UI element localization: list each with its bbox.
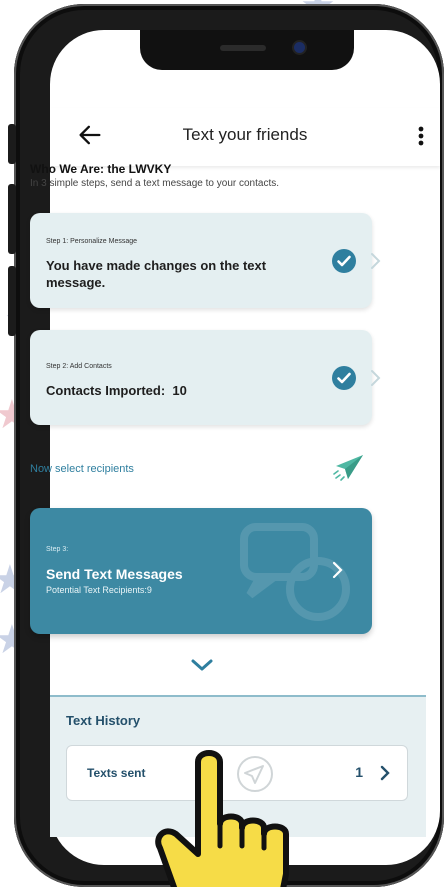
step-2-status: Contacts Imported: 10 (46, 383, 187, 398)
phone-side-button (8, 184, 16, 254)
phone-notch (140, 30, 354, 70)
step-3-title: Send Text Messages (46, 566, 183, 582)
step-1-label: Step 1: Personalize Message (46, 238, 138, 245)
phone-side-button (8, 124, 16, 164)
paper-plane-icon (333, 455, 363, 481)
texts-sent-label: Texts sent (87, 766, 146, 780)
more-vert-icon[interactable] (416, 122, 426, 150)
check-circle-icon (332, 366, 356, 390)
chevron-right-icon[interactable] (330, 560, 344, 580)
step-1-status: You have made changes on the text messag… (46, 258, 267, 290)
step-2-label: Step 2: Add Contacts (46, 363, 112, 370)
speaker (220, 45, 266, 51)
intro-subtitle: In 3 simple steps, send a text message t… (30, 178, 280, 189)
now-select-recipients-text: Now select recipients (30, 463, 134, 475)
front-camera (294, 42, 305, 53)
check-circle-icon (332, 249, 356, 273)
chevron-down-icon[interactable] (190, 657, 214, 673)
text-history-title: Text History (66, 713, 141, 728)
app-bar: Text your friends (50, 108, 440, 166)
step-3-subtitle: Potential Text Recipients:9 (46, 585, 152, 595)
chevron-right-icon[interactable] (368, 368, 382, 388)
pointing-hand-icon (155, 750, 289, 887)
intro-section: Who We Are: the LWVKY In 3 simple steps,… (30, 162, 370, 189)
page-title: Text your friends (182, 125, 308, 144)
intro-title: Who We Are: the LWVKY (30, 162, 172, 176)
chevron-right-icon[interactable] (379, 764, 391, 782)
step-3-label: Step 3: (46, 546, 69, 553)
step-2-card[interactable]: Step 2: Add Contacts Contacts Imported: … (30, 330, 381, 425)
phone-side-button (8, 266, 16, 336)
texts-sent-count: 1 (355, 764, 363, 780)
step-1-card[interactable]: Step 1: Personalize Message You have mad… (30, 213, 381, 308)
chevron-right-icon[interactable] (368, 251, 382, 271)
step-3-card[interactable]: Step 3: Send Text Messages Potential Tex… (30, 508, 372, 634)
